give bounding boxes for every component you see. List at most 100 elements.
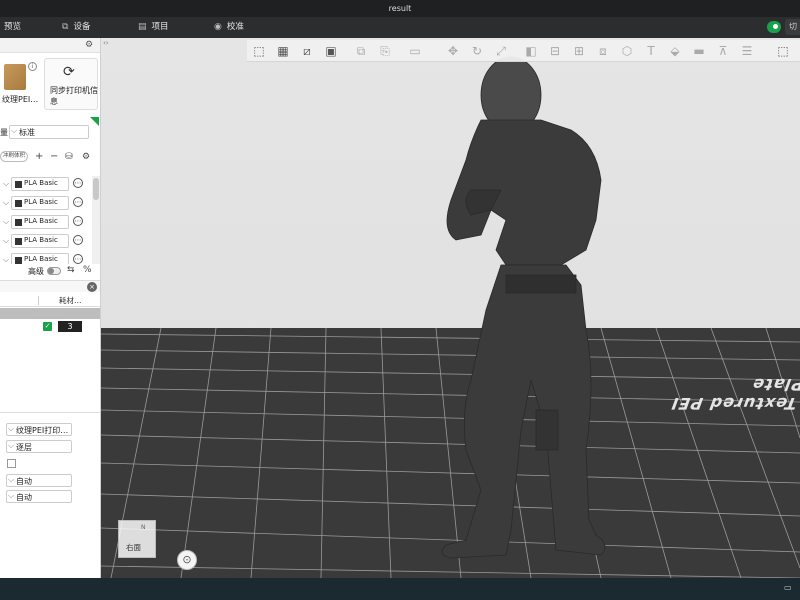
info-icon[interactable]: i (28, 62, 37, 71)
copy-icon[interactable]: ⧉ (353, 43, 369, 59)
prime-tower-select[interactable]: 自动 (6, 489, 72, 503)
text-emboss-icon[interactable]: T (643, 43, 659, 59)
object-plate-row[interactable] (0, 308, 100, 319)
filament-item[interactable]: ⌵ PLA Basic ⋯ (0, 176, 92, 193)
plate-type-label: 纹理PEI… (2, 95, 39, 104)
flush-volume-button[interactable]: 冲刷体积 (0, 151, 28, 162)
orient-icon[interactable]: ⧄ (299, 43, 315, 59)
filament-color-swatch[interactable] (15, 200, 22, 207)
process-prefix: 量 (0, 128, 8, 137)
menu-calibration[interactable]: ◉ 校准 (214, 17, 244, 38)
filament-name: PLA Basic (24, 179, 58, 187)
slice-mode-toggle[interactable] (767, 21, 781, 33)
scale-icon[interactable]: ⤢ (493, 43, 509, 59)
view-options-icon[interactable]: ⬚ (775, 43, 791, 59)
more-options-icon[interactable]: ⋯ (73, 254, 83, 264)
filament-color-swatch[interactable] (15, 181, 22, 188)
status-menu-icon[interactable]: ▭ (784, 583, 796, 593)
slice-button[interactable]: 切 (785, 19, 800, 35)
window-title: result (0, 0, 800, 17)
lay-on-face-icon[interactable]: ◧ (523, 43, 539, 59)
seam-paint-icon[interactable]: ⬡ (619, 43, 635, 59)
percent-icon[interactable]: % (83, 265, 92, 275)
more-options-icon[interactable]: ⋯ (73, 216, 83, 226)
variable-layer-icon[interactable]: ☰ (739, 43, 755, 59)
3d-model-figure[interactable] (411, 50, 631, 578)
camera-reset-icon[interactable]: ⊙ (177, 550, 197, 570)
close-icon[interactable]: × (87, 282, 97, 292)
cut-icon[interactable]: ⊟ (547, 43, 563, 59)
more-options-icon[interactable]: ⋯ (73, 197, 83, 207)
3d-viewport[interactable]: ‹› Textured PEI Plate ⬚ ▦ ⧄ ▣ ⧉ ⎘ ▭ ✥ ↻ … (101, 38, 800, 578)
color-paint-icon[interactable]: ⬙ (667, 43, 683, 59)
filament-toolbar: 冲刷体积 + − ⛁ ⚙ (0, 150, 100, 164)
plate-type-select[interactable]: 纹理PEI打印… (6, 422, 72, 436)
filament-item[interactable]: ⌵ PLA Basic ⋯ (0, 252, 92, 264)
collapse-panel-icon[interactable]: ‹› (103, 39, 109, 47)
sync-ams-icon[interactable]: ⛁ (65, 150, 73, 164)
chevron-down-icon[interactable]: ⌵ (3, 179, 9, 189)
sync-icon: ⟳ (63, 64, 75, 80)
split-icon[interactable]: ⊞ (571, 43, 587, 59)
process-preset-select[interactable]: 标准 (9, 124, 89, 139)
filament-select[interactable]: PLA Basic (11, 234, 69, 248)
filament-select[interactable]: PLA Basic (11, 253, 69, 264)
plate-label-text: Textured PEI Plate (667, 375, 800, 413)
filament-color-swatch[interactable] (15, 238, 22, 245)
more-options-icon[interactable]: ⋯ (73, 178, 83, 188)
filament-item[interactable]: ⌵ PLA Basic ⋯ (0, 195, 92, 212)
sync-label: 同步打印机信息 (50, 86, 98, 106)
project-icon: ▤ (138, 22, 147, 32)
measure-icon[interactable]: ▬ (691, 43, 707, 59)
add-filament-icon[interactable]: + (35, 150, 43, 164)
filament-select[interactable]: PLA Basic (11, 177, 69, 191)
chevron-down-icon[interactable]: ⌵ (3, 255, 9, 264)
advanced-toggle[interactable] (47, 267, 61, 275)
compare-icon[interactable]: ⇆ (67, 265, 75, 275)
filament-index-badge[interactable]: 3 (58, 321, 82, 332)
layout-icon[interactable]: ▭ (407, 43, 423, 59)
paste-icon[interactable]: ⎘ (377, 43, 393, 59)
plate-thumbnail-icon (4, 64, 26, 90)
spiral-vase-checkbox[interactable] (7, 459, 16, 468)
support-paint-icon[interactable]: ⧈ (595, 43, 611, 59)
chevron-down-icon[interactable]: ⌵ (3, 236, 9, 246)
checkmark-icon[interactable]: ✓ (43, 322, 52, 331)
move-icon[interactable]: ✥ (445, 43, 461, 59)
filament-color-swatch[interactable] (15, 257, 22, 264)
process-preset-row: 量 标准 (0, 124, 100, 140)
filament-scrollbar[interactable] (92, 176, 100, 264)
timelapse-select[interactable]: 自动 (6, 473, 72, 487)
left-settings-panel: ⚙ i 纹理PEI… ⟳ 同步打印机信息 量 标准 冲刷体积 + − ⛁ ⚙ ⌵… (0, 38, 101, 578)
menu-preview[interactable]: 预览 (4, 17, 21, 38)
filament-item[interactable]: ⌵ PLA Basic ⋯ (0, 233, 92, 250)
add-object-icon[interactable]: ⬚ (251, 43, 267, 59)
chevron-down-icon[interactable]: ⌵ (3, 198, 9, 208)
more-options-icon[interactable]: ⋯ (73, 235, 83, 245)
menu-project[interactable]: ▤ 项目 (138, 17, 169, 38)
filament-settings-icon[interactable]: ⚙ (82, 150, 90, 164)
assembly-icon[interactable]: ⊼ (715, 43, 731, 59)
filament-column-header[interactable]: 耗材… (59, 295, 82, 306)
rotate-icon[interactable]: ↻ (469, 43, 485, 59)
remove-filament-icon[interactable]: − (50, 150, 58, 164)
advanced-label: 高级 (28, 267, 44, 276)
filament-color-swatch[interactable] (15, 219, 22, 226)
column-divider (38, 296, 39, 305)
scrollbar-thumb[interactable] (93, 178, 99, 200)
print-sequence-select[interactable]: 逐层 (6, 439, 72, 453)
view-cube[interactable]: N 右面 (118, 520, 156, 558)
sync-printer-button[interactable]: ⟳ 同步打印机信息 (44, 58, 98, 110)
filament-select[interactable]: PLA Basic (11, 196, 69, 210)
gear-icon[interactable]: ⚙ (84, 40, 94, 50)
menu-device[interactable]: ⧉ 设备 (62, 17, 90, 38)
filament-item[interactable]: ⌵ PLA Basic ⋯ (0, 214, 92, 231)
plate-type-card[interactable]: i 纹理PEI… (0, 58, 42, 110)
object-row[interactable]: ✓ 3 (0, 320, 100, 334)
arrange-plate-icon[interactable]: ▦ (275, 43, 291, 59)
chevron-down-icon[interactable]: ⌵ (3, 217, 9, 227)
menu-label-preview: 预览 (4, 22, 22, 32)
plate-settings-icon[interactable]: ▣ (323, 43, 339, 59)
filament-select[interactable]: PLA Basic (11, 215, 69, 229)
calibration-icon: ◉ (214, 22, 222, 32)
